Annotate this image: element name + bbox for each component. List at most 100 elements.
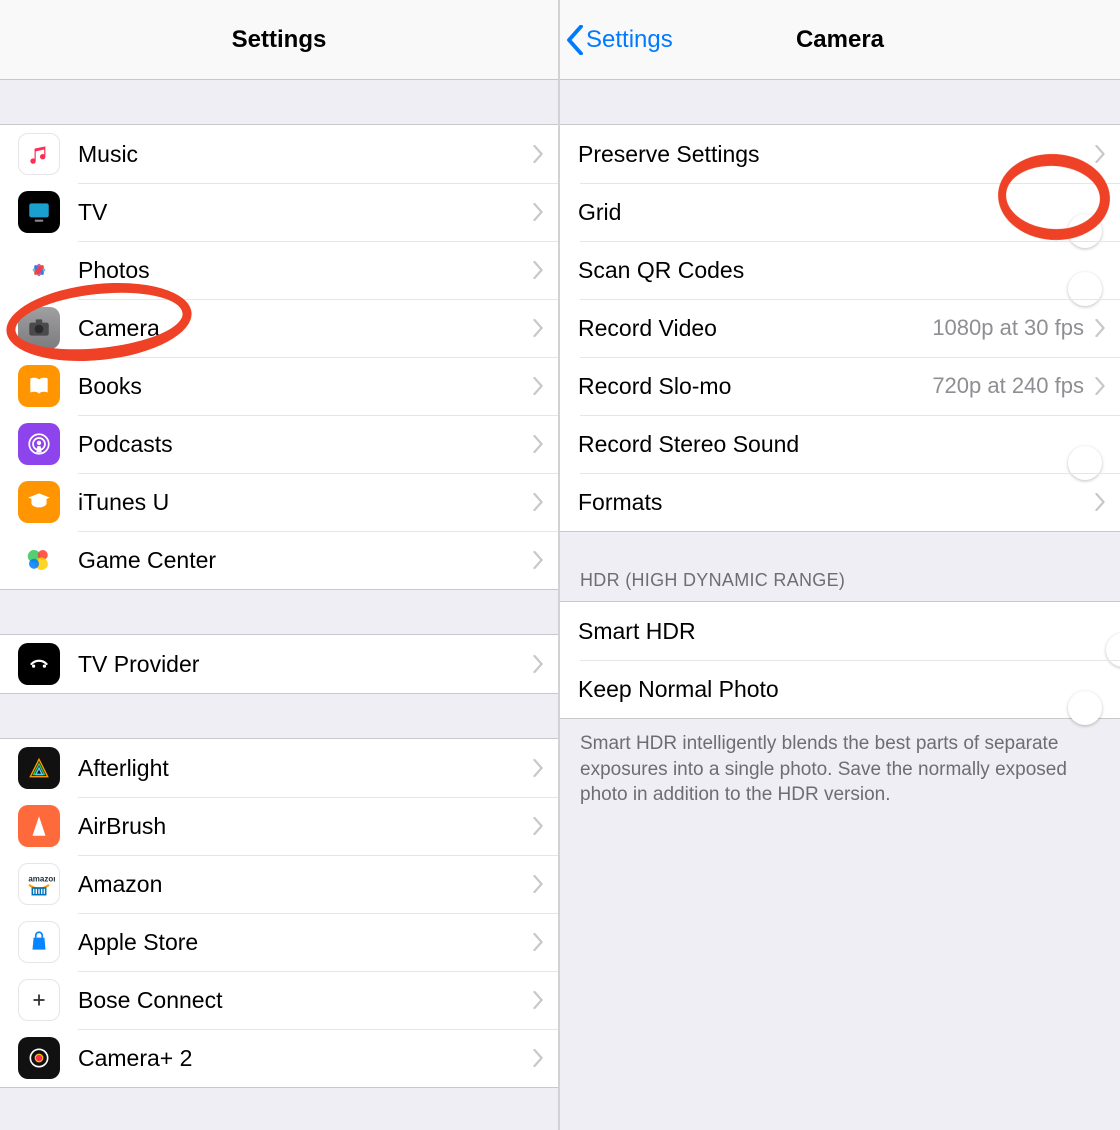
row-label: Preserve Settings (578, 141, 1094, 168)
row-label: Apple Store (78, 929, 532, 956)
chevron-right-icon (532, 261, 544, 279)
chevron-right-icon (532, 875, 544, 893)
hdr-section-header: HDR (HIGH DYNAMIC RANGE) (560, 532, 1120, 601)
row-label: Smart HDR (578, 618, 1104, 645)
camera-icon (18, 307, 60, 349)
bose-icon (18, 979, 60, 1021)
settings-row-tv[interactable]: TV (0, 183, 558, 241)
row-label: Camera (78, 315, 532, 342)
settings-row-applestore[interactable]: Apple Store (0, 913, 558, 971)
chevron-right-icon (532, 493, 544, 511)
back-button[interactable]: Settings (566, 0, 673, 80)
row-scan-qr[interactable]: Scan QR Codes (560, 241, 1120, 299)
chevron-right-icon (532, 817, 544, 835)
settings-row-airbrush[interactable]: AirBrush (0, 797, 558, 855)
chevron-right-icon (532, 203, 544, 221)
music-icon (18, 133, 60, 175)
chevron-right-icon (532, 933, 544, 951)
back-label: Settings (586, 26, 673, 54)
row-label: Books (78, 373, 532, 400)
row-label: Scan QR Codes (578, 257, 1104, 284)
settings-row-music[interactable]: Music (0, 125, 558, 183)
row-label: iTunes U (78, 489, 532, 516)
row-label: Game Center (78, 547, 532, 574)
row-label: Camera+ 2 (78, 1045, 532, 1072)
camera-group-hdr: Smart HDR Keep Normal Photo (560, 601, 1120, 719)
chevron-right-icon (532, 991, 544, 1009)
row-label: Record Slo-mo (578, 373, 932, 400)
settings-group-thirdparty: Afterlight AirBrush amazon Amazon Apple Stor… (0, 738, 558, 1088)
row-record-slomo[interactable]: Record Slo-mo 720p at 240 fps (560, 357, 1120, 415)
chevron-right-icon (532, 145, 544, 163)
settings-row-amazon[interactable]: amazon Amazon (0, 855, 558, 913)
row-detail: 1080p at 30 fps (932, 315, 1084, 341)
chevron-right-icon (1094, 377, 1106, 395)
row-label: Grid (578, 199, 1104, 226)
afterlight-icon (18, 747, 60, 789)
chevron-right-icon (532, 319, 544, 337)
settings-content[interactable]: Music TV Photos Camera Books Podcasts iTunes U… (0, 80, 558, 1130)
row-label: TV Provider (78, 651, 532, 678)
settings-row-gamecenter[interactable]: Game Center (0, 531, 558, 589)
settings-row-tvprov[interactable]: TV Provider (0, 635, 558, 693)
row-label: TV (78, 199, 532, 226)
applestore-icon (18, 921, 60, 963)
camera-content[interactable]: Preserve Settings Grid Scan QR Codes Rec… (560, 80, 1120, 1130)
tv-icon (18, 191, 60, 233)
itunesu-icon (18, 481, 60, 523)
row-keep-normal[interactable]: Keep Normal Photo (560, 660, 1120, 718)
settings-row-camera[interactable]: Camera (0, 299, 558, 357)
row-stereo[interactable]: Record Stereo Sound (560, 415, 1120, 473)
row-label: Podcasts (78, 431, 532, 458)
row-preserve-settings[interactable]: Preserve Settings (560, 125, 1120, 183)
row-label: Keep Normal Photo (578, 676, 1104, 703)
row-detail: 720p at 240 fps (932, 373, 1084, 399)
row-label: Formats (578, 489, 1094, 516)
row-label: Record Video (578, 315, 932, 342)
podcasts-icon (18, 423, 60, 465)
row-label: AirBrush (78, 813, 532, 840)
settings-row-afterlight[interactable]: Afterlight (0, 739, 558, 797)
settings-row-itunesu[interactable]: iTunes U (0, 473, 558, 531)
row-label: Music (78, 141, 532, 168)
svg-text:amazon: amazon (28, 874, 55, 883)
row-formats[interactable]: Formats (560, 473, 1120, 531)
row-smart-hdr[interactable]: Smart HDR (560, 602, 1120, 660)
books-icon (18, 365, 60, 407)
chevron-right-icon (532, 435, 544, 453)
camera-title: Camera (796, 26, 884, 54)
chevron-right-icon (532, 551, 544, 569)
chevron-right-icon (532, 377, 544, 395)
settings-group-apps: Music TV Photos Camera Books Podcasts iTunes U… (0, 124, 558, 590)
row-label: Photos (78, 257, 532, 284)
photos-icon (18, 249, 60, 291)
amazon-icon: amazon (18, 863, 60, 905)
camera-screen: Settings Camera Preserve Settings Grid S… (560, 0, 1120, 1130)
camera-navbar: Settings Camera (560, 0, 1120, 80)
tvprov-icon (18, 643, 60, 685)
row-label: Record Stereo Sound (578, 431, 1104, 458)
row-record-video[interactable]: Record Video 1080p at 30 fps (560, 299, 1120, 357)
chevron-right-icon (1094, 145, 1106, 163)
settings-row-cameraplus[interactable]: Camera+ 2 (0, 1029, 558, 1087)
row-grid[interactable]: Grid (560, 183, 1120, 241)
chevron-left-icon (566, 25, 584, 55)
settings-group-tvprovider: TV Provider (0, 634, 558, 694)
settings-navbar: Settings (0, 0, 558, 80)
chevron-right-icon (532, 1049, 544, 1067)
camera-group-main: Preserve Settings Grid Scan QR Codes Rec… (560, 124, 1120, 532)
hdr-footer-text: Smart HDR intelligently blends the best … (560, 719, 1120, 808)
chevron-right-icon (1094, 319, 1106, 337)
row-label: Amazon (78, 871, 532, 898)
row-label: Bose Connect (78, 987, 532, 1014)
settings-row-books[interactable]: Books (0, 357, 558, 415)
settings-title: Settings (232, 26, 327, 54)
airbrush-icon (18, 805, 60, 847)
chevron-right-icon (532, 759, 544, 777)
gamecenter-icon (18, 539, 60, 581)
cameraplus-icon (18, 1037, 60, 1079)
settings-row-bose[interactable]: Bose Connect (0, 971, 558, 1029)
chevron-right-icon (532, 655, 544, 673)
settings-row-photos[interactable]: Photos (0, 241, 558, 299)
settings-row-podcasts[interactable]: Podcasts (0, 415, 558, 473)
